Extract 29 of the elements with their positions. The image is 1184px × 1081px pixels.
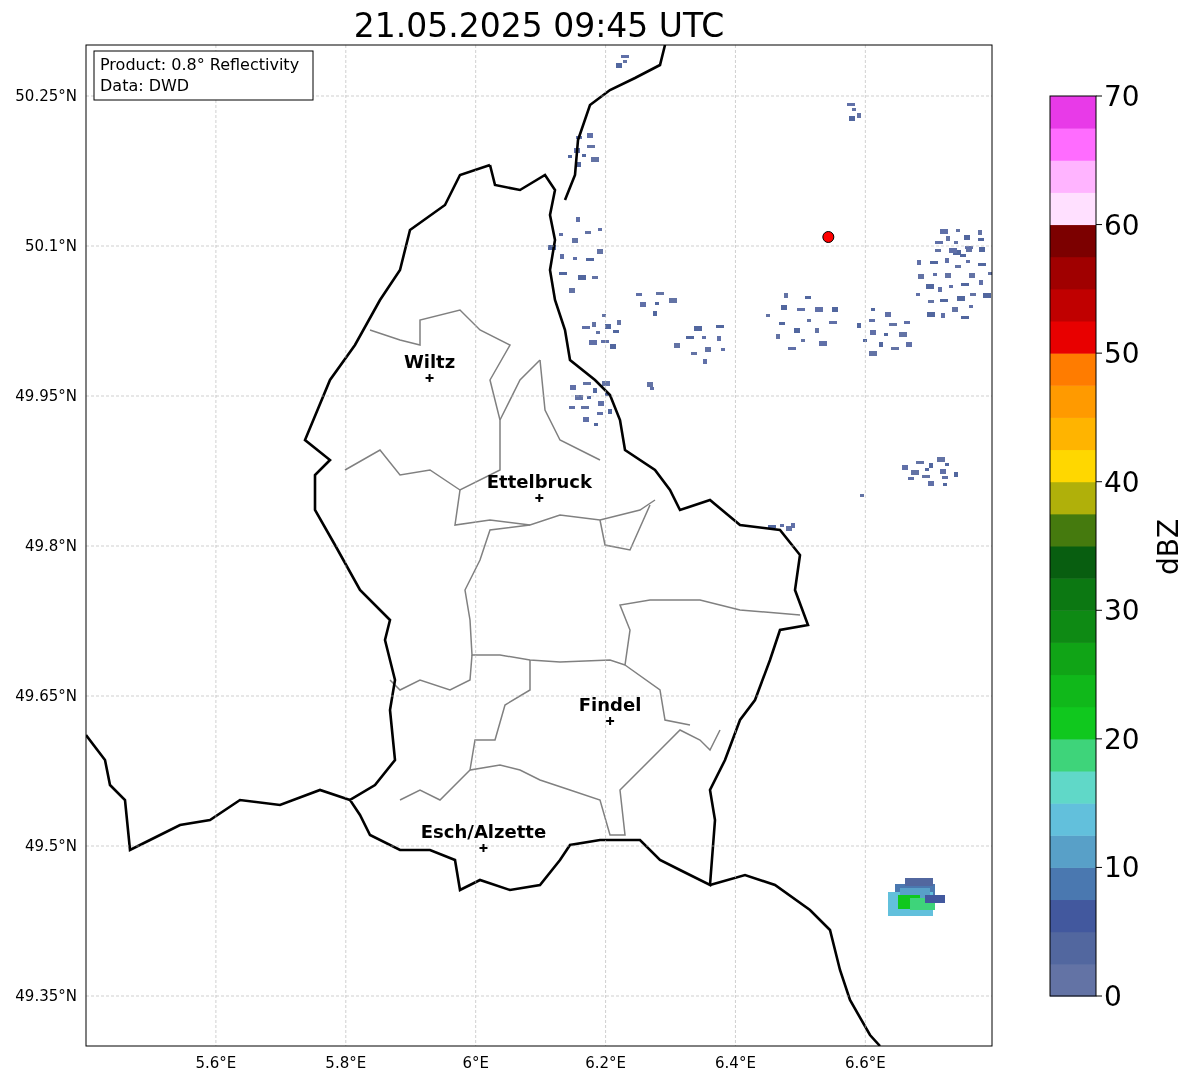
x-axis-tick-label: 5.8°E (325, 1054, 367, 1072)
city-label: Esch/Alzette (420, 821, 547, 842)
info-text: Product: 0.8° Reflectivity (100, 55, 300, 74)
colorbar-tick-label: 0 (1104, 980, 1122, 1013)
city-label: Findel (578, 694, 642, 715)
y-axis-tick-label: 50.25°N (15, 87, 77, 105)
colorbar-tick-label: 50 (1104, 337, 1140, 371)
y-axis-tick-label: 49.35°N (15, 987, 77, 1005)
y-axis-tick-label: 50.1°N (24, 237, 77, 255)
y-axis-tick-label: 49.5°N (24, 837, 77, 855)
colorbar-tick-label: 70 (1104, 80, 1140, 113)
x-axis-tick-label: 5.6°E (195, 1054, 237, 1072)
y-axis-tick-label: 49.95°N (15, 387, 77, 405)
colorbar-tick-label: 20 (1104, 722, 1140, 756)
colorbar-tick-label: 60 (1104, 208, 1140, 242)
city-label: Ettelbruck (486, 471, 592, 492)
y-axis-tick-label: 49.65°N (15, 687, 77, 705)
city-label: Wiltz (403, 351, 456, 372)
chart-title: 21.05.2025 09:45 UTC (353, 6, 725, 45)
colorbar-tick-label: 30 (1104, 594, 1140, 628)
colorbar-tick-label: 10 (1104, 851, 1140, 885)
x-axis-tick-label: 6.6°E (844, 1054, 886, 1072)
y-axis-tick-label: 49.8°N (24, 537, 77, 555)
colorbar-label: dBZ (1152, 518, 1184, 576)
info-text: Data: DWD (100, 76, 190, 95)
x-axis-tick-label: 6.2°E (585, 1054, 626, 1072)
colorbar-tick-label: 40 (1104, 465, 1140, 499)
x-axis-tick-label: 6.4°E (715, 1054, 756, 1072)
x-axis-tick-label: 6°E (462, 1054, 489, 1072)
